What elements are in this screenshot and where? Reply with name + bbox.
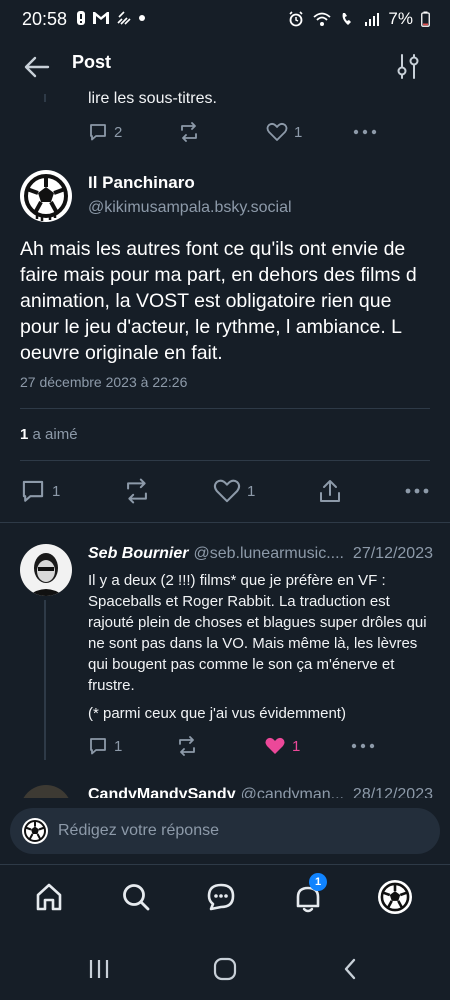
author-name[interactable]: Il Panchinaro: [88, 173, 195, 193]
repost-icon: [181, 122, 197, 142]
reply-button[interactable]: 2: [88, 122, 178, 142]
reply-actions: 1 1: [88, 736, 388, 756]
soccer-ball-avatar-icon: [22, 818, 48, 844]
likes-count: 1: [20, 426, 29, 443]
divider: [20, 408, 430, 409]
alarm-icon: [289, 11, 303, 27]
reply-author-handle[interactable]: @seb.lunearmusic....: [193, 545, 344, 563]
reply-2-avatar[interactable]: [20, 785, 72, 798]
status-time: 20:58: [22, 9, 68, 29]
reply-2-author-name[interactable]: CandyMandySandy: [88, 786, 236, 798]
heart-icon: [266, 122, 288, 141]
reply-button[interactable]: 1: [20, 478, 60, 504]
status-bar: 20:58 7%: [0, 0, 450, 40]
like-count: 1: [294, 123, 303, 141]
reply-2-author-handle[interactable]: @candyman...: [241, 786, 344, 798]
dot-icon: [139, 15, 145, 21]
wifi-icon: [313, 12, 332, 26]
compose-placeholder: Rédigez votre réponse: [58, 822, 219, 839]
notification-badge: 1: [309, 873, 327, 891]
post-timestamp: 27 décembre 2023 à 22:26: [20, 374, 188, 390]
status-notification-icons: [76, 10, 146, 26]
wifi-call-icon: [342, 13, 352, 25]
signal-alt-icon: [117, 11, 131, 25]
cell-signal-icon: [365, 13, 380, 26]
likes-label: a aimé: [32, 426, 78, 443]
share-icon[interactable]: [318, 478, 342, 504]
like-button[interactable]: 1: [266, 122, 352, 142]
heart-filled-icon: [265, 737, 285, 754]
reply-2-meta: CandyMandySandy @candyman... 28/12/2023: [88, 786, 433, 798]
reply-text: Il y a deux (2 !!!) films* que je préfèr…: [88, 572, 427, 694]
reply-author-name[interactable]: Seb Bournier: [88, 545, 188, 563]
reply-meta: Seb Bournier @seb.lunearmusic.... 27/12/…: [88, 545, 433, 563]
notifications-tab[interactable]: 1: [292, 873, 328, 915]
previous-post-text: lire les sous-titres.: [88, 90, 217, 107]
divider: [0, 522, 450, 523]
reply-button[interactable]: 1: [88, 736, 176, 756]
repost-icon: [179, 736, 195, 756]
chat-icon[interactable]: [206, 882, 236, 912]
divider: [20, 460, 430, 461]
status-system-icons: 7%: [288, 9, 430, 29]
gmail-icon: [93, 12, 109, 24]
reply-avatar[interactable]: [20, 544, 72, 596]
page-title: Post: [72, 52, 112, 72]
reply-date: 27/12/2023: [352, 545, 433, 562]
reply-count: 2: [114, 123, 123, 141]
reply-note: (* parmi ceux que j'ai vus évidemment): [88, 705, 346, 722]
likes-summary[interactable]: 1 a aimé: [20, 426, 78, 443]
compose-avatar: [22, 818, 48, 844]
previous-post-actions: 2 1: [88, 122, 388, 142]
person-photo-avatar: [20, 544, 72, 596]
search-icon[interactable]: [121, 882, 151, 912]
reply-icon: [90, 738, 106, 755]
reply-icon: [22, 480, 44, 502]
repost-icon[interactable]: [123, 478, 151, 504]
like-button[interactable]: 1: [213, 478, 255, 504]
repost-button[interactable]: [176, 736, 264, 756]
back-nav-icon[interactable]: [342, 957, 358, 981]
like-count: 1: [247, 482, 256, 500]
like-button-active[interactable]: 1: [264, 736, 350, 756]
more-options-icon[interactable]: [352, 122, 378, 142]
alert-icon: [77, 11, 85, 25]
heart-icon: [213, 479, 241, 503]
post-actions: 1 1: [20, 478, 430, 504]
back-arrow-icon[interactable]: [24, 55, 50, 79]
home-icon[interactable]: [34, 882, 64, 912]
thread-line: [44, 600, 46, 760]
reply-count: 1: [52, 482, 61, 500]
more-options-icon[interactable]: [350, 736, 376, 756]
thread-settings-icon[interactable]: [396, 53, 420, 79]
repost-button[interactable]: [178, 122, 266, 142]
reply-2-peek: CandyMandySandy @candyman... 28/12/2023: [0, 780, 450, 798]
more-options-icon[interactable]: [404, 481, 430, 501]
post-text: Ah mais les autres font ce qu'ils ont en…: [20, 238, 417, 364]
bottom-navigation: 1: [0, 864, 450, 934]
like-count: 1: [292, 737, 301, 755]
reply-icon: [90, 124, 106, 141]
reply-compose-bar[interactable]: Rédigez votre réponse: [10, 808, 440, 854]
reply-count: 1: [114, 737, 123, 755]
battery-percent: 7%: [388, 9, 413, 28]
soccer-ball-avatar-icon: [21, 171, 71, 221]
author-avatar[interactable]: [20, 170, 72, 222]
profile-avatar[interactable]: [378, 880, 412, 914]
home-button-icon[interactable]: [213, 957, 237, 981]
post-header: Post: [0, 40, 450, 94]
author-handle[interactable]: @kikimusampala.bsky.social: [88, 199, 292, 217]
soccer-ball-avatar-icon: [378, 880, 412, 914]
system-navigation-bar: [0, 934, 450, 1000]
thread-line: [44, 94, 46, 102]
recent-apps-icon[interactable]: [88, 958, 110, 980]
reply-2-date: 28/12/2023: [352, 786, 433, 798]
battery-icon: [421, 11, 430, 27]
